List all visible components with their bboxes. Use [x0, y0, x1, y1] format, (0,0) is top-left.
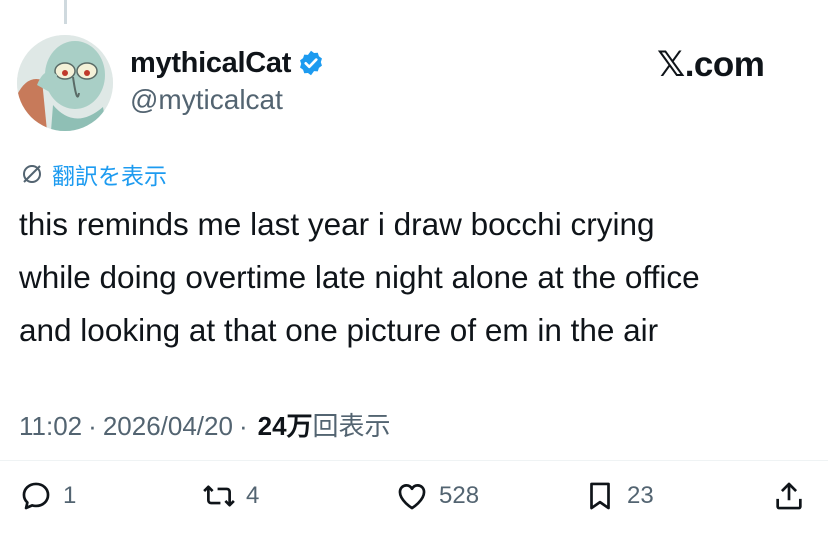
like-count: 528 [439, 482, 480, 509]
verified-badge-icon [300, 50, 323, 76]
repost-button[interactable]: 4 [202, 472, 259, 520]
share-button[interactable] [772, 472, 806, 520]
share-icon [776, 482, 802, 510]
divider [0, 460, 828, 461]
thread-connector-line [64, 0, 67, 24]
repost-icon [203, 485, 235, 507]
action-bar: 1 4 528 23 [0, 472, 828, 522]
views-label: 回表示 [312, 411, 391, 441]
bookmark-button[interactable]: 23 [583, 472, 654, 520]
reply-button[interactable]: 1 [19, 472, 76, 520]
repost-count: 4 [246, 482, 260, 509]
views-count: 24万 [257, 411, 313, 441]
meta-separator: · [88, 411, 97, 441]
reply-count: 1 [63, 482, 77, 509]
translate-icon [23, 165, 41, 183]
author-block[interactable]: mythicalCat @myticalcat [130, 44, 325, 116]
avatar-image [17, 35, 113, 131]
like-icon [398, 484, 426, 510]
avatar[interactable] [17, 35, 113, 131]
tweet-time[interactable]: 11:02 [19, 411, 82, 442]
reply-icon [22, 482, 50, 510]
translate-link[interactable]: 翻訳を表示 [20, 157, 167, 191]
translate-label[interactable]: 翻訳を表示 [52, 157, 167, 191]
tweet-date[interactable]: 2026/04/20 [103, 411, 233, 442]
like-button[interactable]: 528 [395, 472, 479, 520]
bookmark-count: 23 [627, 482, 654, 509]
bookmark-icon [590, 482, 610, 510]
site-label: 𝕏.com [657, 45, 765, 84]
tweet-text: this reminds me last year i draw bocchi … [19, 206, 700, 348]
meta-separator: · [238, 411, 248, 441]
tweet-meta: 11:02 · 2026/04/20 · 24万 回表示 [19, 406, 391, 443]
display-name[interactable]: mythicalCat [130, 47, 291, 80]
handle[interactable]: @myticalcat [130, 84, 325, 116]
